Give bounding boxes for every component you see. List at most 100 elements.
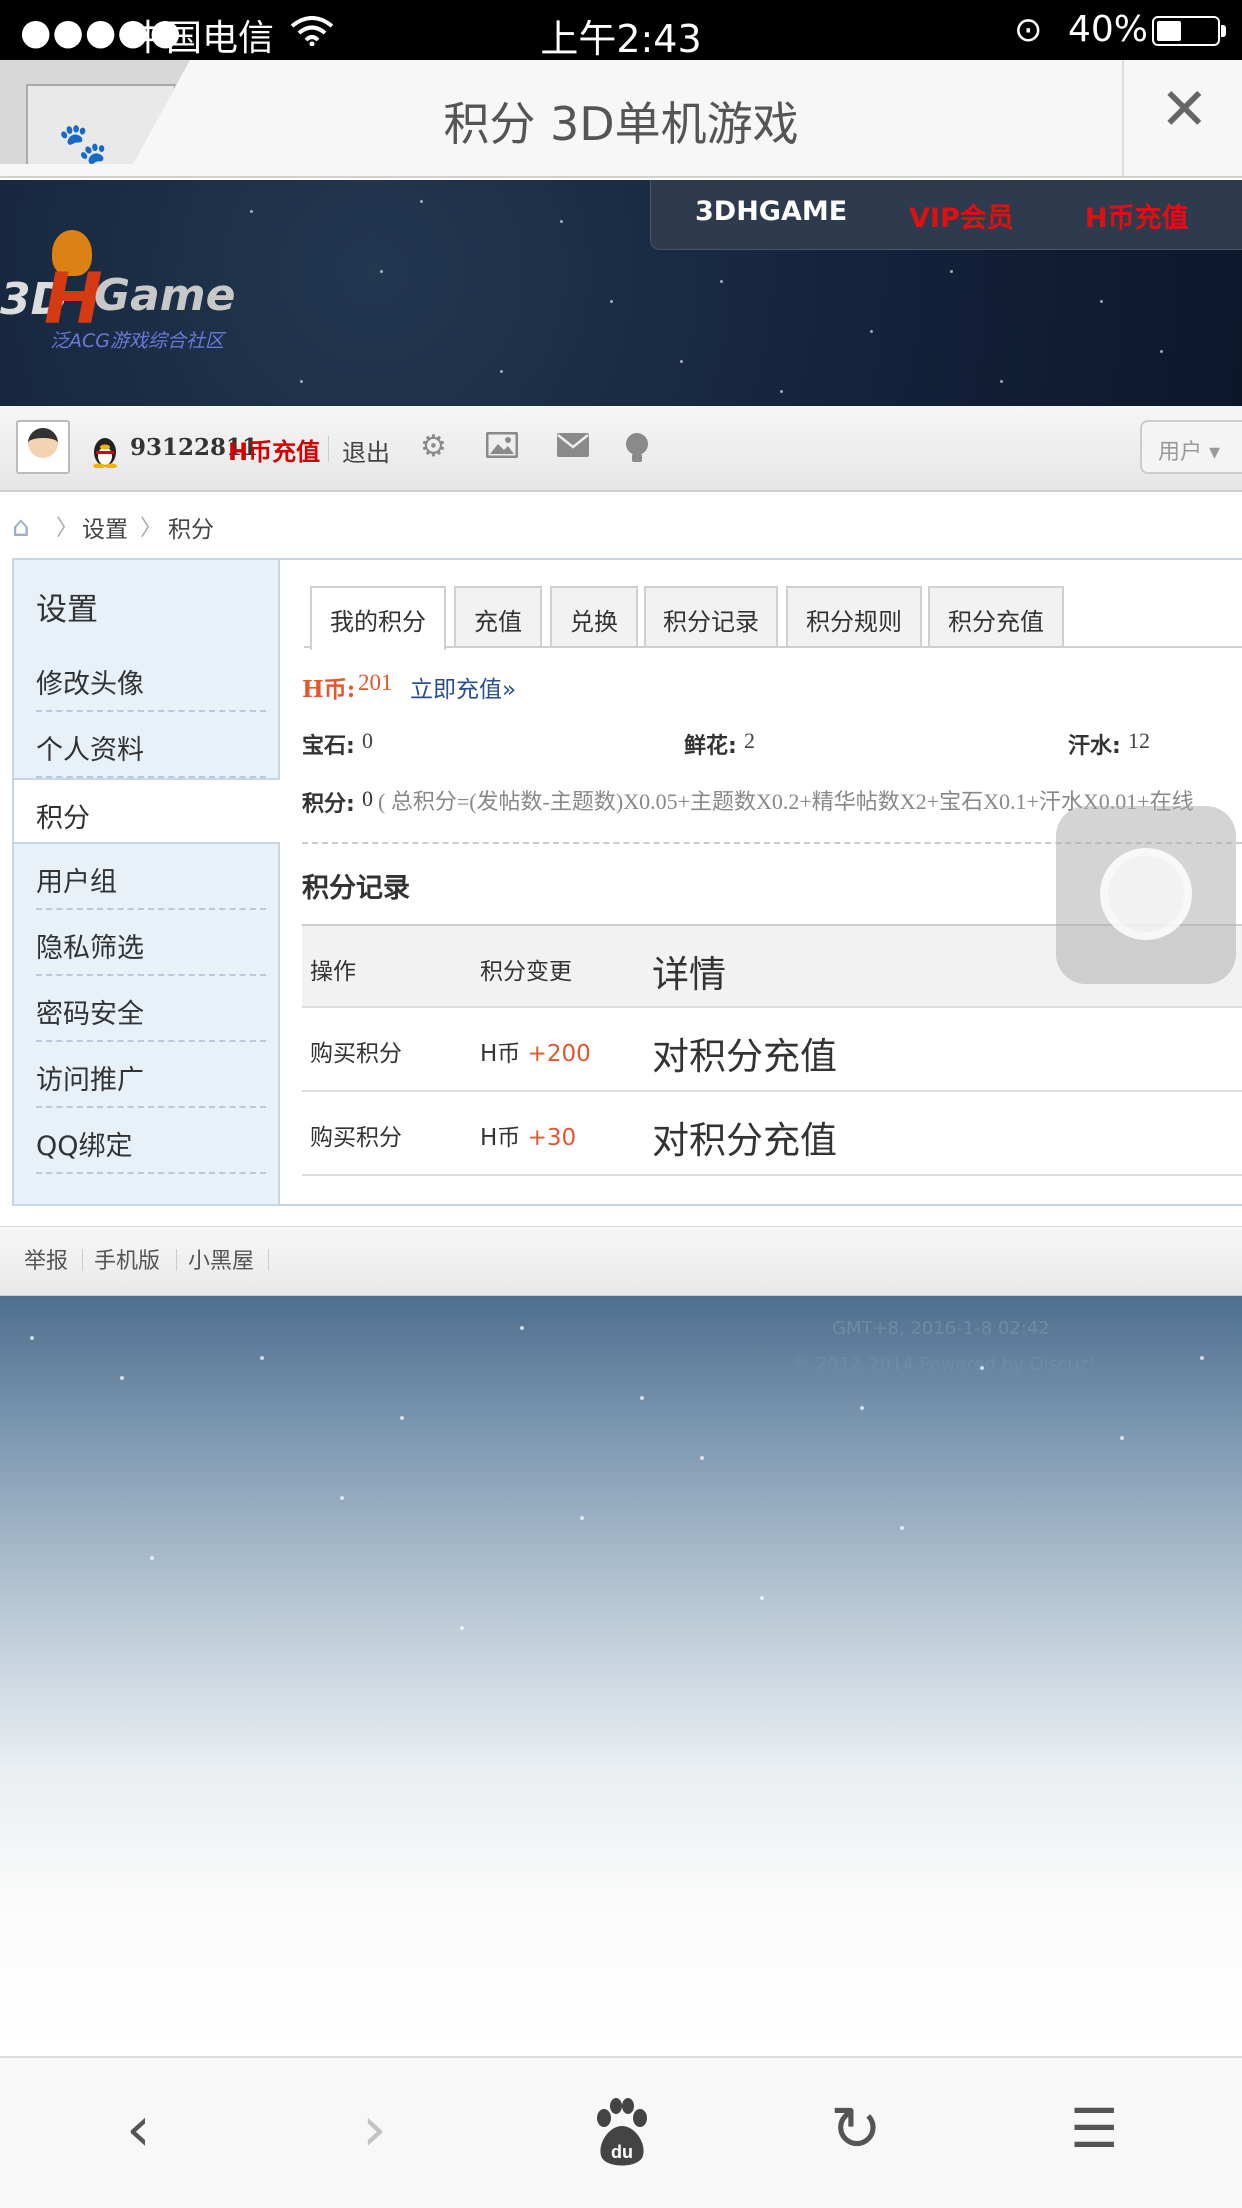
menu-button[interactable]: ☰ [1070, 2102, 1118, 2156]
nav-vip[interactable]: VIP会员 [909, 196, 1014, 235]
forward-button[interactable]: › [362, 2098, 387, 2160]
user-toolbar: 93122811 H币充值 退出 ⚙ 用户 ▾ [0, 406, 1242, 492]
star-decoration [560, 220, 563, 223]
nav-3dhgame[interactable]: 3DHGAME [695, 196, 847, 227]
sweat-value: 12 [1128, 728, 1150, 753]
tab-credit-recharge[interactable]: 积分充值 [928, 586, 1064, 646]
tab-recharge[interactable]: 充值 [454, 586, 542, 646]
sidebar-item-avatar[interactable]: 修改头像 [14, 646, 280, 712]
tab-credit-log[interactable]: 积分记录 [644, 586, 778, 646]
page-title: 积分 3D单机游戏 [443, 97, 799, 151]
site-logo[interactable]: 3D H Game 泛ACG游戏综合社区 [0, 224, 260, 364]
sidebar-item-qq[interactable]: QQ绑定 [14, 1108, 280, 1174]
snow-decoration [400, 1416, 404, 1420]
rotation-lock-icon: ⊙ [1014, 10, 1043, 50]
snow-decoration [460, 1626, 464, 1630]
table-row: 购买积分 H币 +200 对积分充值 [302, 1008, 1242, 1092]
sidebar-item-label: 积分 [36, 803, 90, 834]
hcoin-recharge-link[interactable]: H币充值 [228, 432, 320, 467]
close-icon: ✕ [1160, 75, 1209, 143]
sidebar-item-label: 隐私筛选 [36, 933, 144, 964]
snow-decoration [520, 1326, 524, 1330]
hcoin-value: 201 [358, 670, 393, 695]
footer-link-report[interactable]: 举报 [24, 1243, 68, 1275]
snow-decoration [900, 1526, 904, 1530]
tab-my-credits[interactable]: 我的积分 [310, 586, 446, 650]
mail-icon[interactable] [556, 432, 590, 464]
star-decoration [680, 360, 683, 363]
battery-nub [1221, 25, 1226, 37]
baidu-home-icon[interactable]: du [590, 2098, 654, 2168]
gem-label: 宝石: [302, 734, 355, 759]
svg-text:du: du [611, 2142, 633, 2162]
cell-detail: 对积分充值 [652, 1035, 837, 1078]
site-banner: 3DHGAME VIP会员 H币充值 3D H Game 泛ACG游戏综合社区 [0, 180, 1242, 406]
flower-label: 鲜花: [684, 734, 737, 759]
recharge-now-link[interactable]: 立即充值» [410, 670, 516, 704]
chevron-right-icon: 〉 [140, 516, 163, 541]
settings-icon[interactable]: ⚙ [420, 432, 447, 462]
star-decoration [300, 380, 303, 383]
sidebar-item-label: 用户组 [36, 867, 117, 898]
tab-exchange[interactable]: 兑换 [550, 586, 638, 646]
snow-decoration [1200, 1356, 1204, 1360]
star-decoration [780, 390, 783, 393]
user-menu-button[interactable]: 用户 ▾ [1140, 420, 1242, 474]
column-header-action: 操作 [310, 959, 356, 985]
gem-value: 0 [362, 728, 373, 753]
assistive-touch-button[interactable] [1056, 806, 1236, 984]
breadcrumb-credits: 积分 [168, 517, 214, 543]
battery-percent: 40% [1068, 9, 1149, 50]
star-decoration [500, 370, 503, 373]
cell-action: 购买积分 [310, 1125, 402, 1151]
snow-decoration [30, 1336, 34, 1340]
powered-by: © 2012-2014 Powered by Discuz! [792, 1354, 1096, 1375]
snow-decoration [340, 1496, 344, 1500]
tab-credit-rules[interactable]: 积分规则 [786, 586, 922, 646]
footer-links: 举报 手机版 小黑屋 [0, 1226, 1242, 1296]
top-nav: 3DHGAME VIP会员 H币充值 [650, 180, 1242, 250]
snow-decoration [260, 1356, 264, 1360]
refresh-button[interactable]: ↻ [830, 2098, 882, 2160]
sidebar-item-label: 访问推广 [36, 1065, 144, 1096]
home-icon[interactable]: ⌂ [12, 510, 30, 543]
table-row: 购买积分 H币 +30 对积分充值 [302, 1092, 1242, 1176]
browser-title-bar: 🐾 积分 3D单机游戏 ✕ [0, 60, 1242, 178]
chevron-right-icon: 〉 [56, 516, 79, 541]
sidebar-item-promotion[interactable]: 访问推广 [14, 1042, 280, 1108]
footer-link-blackroom[interactable]: 小黑屋 [188, 1243, 254, 1275]
breadcrumb: ⌂ 〉 设置 〉 积分 [0, 494, 1242, 556]
browser-bottom-bar: ‹ › du ↻ ☰ [0, 2056, 1242, 2208]
sidebar-item-usergroup[interactable]: 用户组 [14, 844, 280, 910]
bulb-icon[interactable] [624, 432, 650, 470]
snow-decoration [120, 1376, 124, 1380]
star-decoration [950, 270, 953, 273]
breadcrumb-settings[interactable]: 设置 [82, 510, 128, 544]
footer-link-mobile[interactable]: 手机版 [94, 1243, 160, 1275]
snow-decoration [640, 1396, 644, 1400]
sidebar-item-privacy[interactable]: 隐私筛选 [14, 910, 280, 976]
snow-decoration [700, 1456, 704, 1460]
image-icon[interactable] [485, 431, 519, 464]
sweat-label: 汗水: [1068, 734, 1121, 759]
cell-change: H币 +200 [480, 1034, 591, 1068]
star-decoration [1000, 380, 1003, 383]
close-button[interactable]: ✕ [1122, 60, 1242, 176]
star-decoration [870, 330, 873, 333]
column-header-detail: 详情 [652, 953, 726, 996]
points-value: 0 [362, 786, 373, 811]
star-decoration [380, 270, 383, 273]
sidebar-header: 设置 [36, 592, 98, 628]
sidebar-item-profile[interactable]: 个人资料 [14, 712, 280, 778]
logout-link[interactable]: 退出 [342, 433, 390, 468]
sidebar-item-credits[interactable]: 积分 [14, 778, 284, 844]
avatar[interactable] [16, 420, 70, 474]
sidebar-item-password[interactable]: 密码安全 [14, 976, 280, 1042]
flower-value: 2 [744, 728, 755, 753]
back-button[interactable]: ‹ [126, 2098, 151, 2160]
clock: 上午2:43 [540, 17, 702, 61]
snow-decoration [150, 1556, 154, 1560]
nav-hcoin[interactable]: H币充值 [1085, 196, 1189, 235]
user-menu-label: 用户 ▾ [1158, 440, 1221, 465]
star-decoration [1160, 350, 1163, 353]
